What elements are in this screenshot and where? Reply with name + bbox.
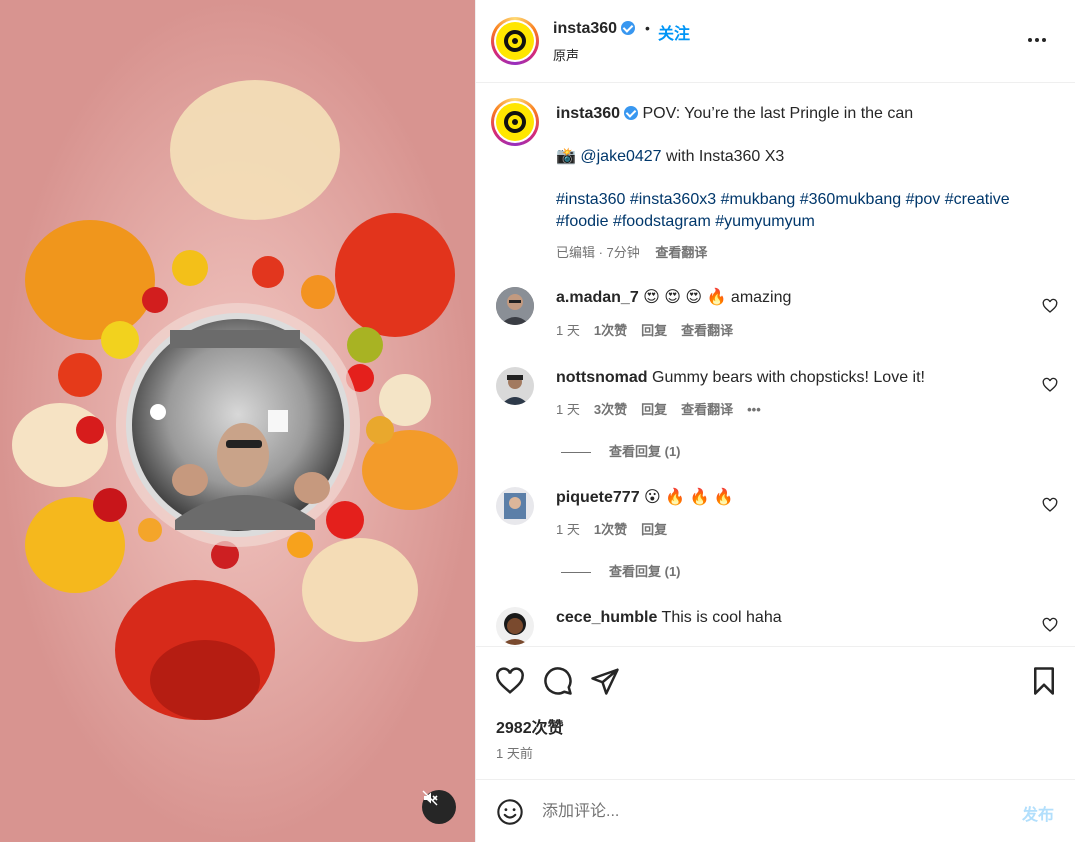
caption-credit-line: 📸 @jake0427 with Insta360 X3	[556, 146, 784, 168]
caption-author-avatar[interactable]	[491, 98, 539, 146]
comment-likes[interactable]: 3次赞	[594, 402, 627, 417]
comment-like-heart-icon[interactable]	[1042, 298, 1058, 314]
comment-meta: 1 天 3次赞 回复 查看翻译 •••	[556, 399, 775, 418]
mention-suffix: with Insta360 X3	[661, 148, 785, 165]
post-comment-button[interactable]: 发布	[1022, 801, 1054, 825]
bookmark-icon[interactable]	[1029, 666, 1059, 696]
camera-emoji: 📸	[556, 148, 576, 165]
instagram-post-modal: insta360 • 关注 原声 insta360 POV: You’re th…	[0, 0, 1075, 842]
header-separator: •	[645, 20, 650, 36]
comment-body: 😍 😍 😍 🔥 amazing	[643, 289, 792, 306]
comment-input[interactable]	[542, 799, 1002, 825]
hashtags-line-1[interactable]: #insta360 #insta360x3 #mukbang #360mukba…	[556, 189, 1056, 211]
comment-body: This is cool haha	[661, 609, 782, 626]
comment-translate-link[interactable]: 查看翻译	[681, 323, 733, 338]
comment-likes[interactable]: 1次赞	[594, 522, 627, 537]
video-frame-image	[0, 0, 475, 842]
comment-text: a.madan_7 😍 😍 😍 🔥 amazing	[556, 287, 791, 309]
commenter-username[interactable]: piquete777	[556, 489, 640, 506]
comment-likes[interactable]: 1次赞	[594, 323, 627, 338]
post-actions-bar: 2982次赞 1 天前	[476, 648, 1075, 780]
author-avatar[interactable]	[491, 17, 539, 65]
commenter-avatar[interactable]	[496, 487, 534, 525]
commenter-username[interactable]: cece_humble	[556, 609, 657, 626]
comment-text: piquete777 😮 🔥 🔥 🔥	[556, 487, 734, 509]
heart-icon[interactable]	[495, 666, 525, 696]
comment-like-heart-icon[interactable]	[1042, 497, 1058, 513]
comment-meta: 1 天 1次赞 回复 查看翻译	[556, 320, 747, 339]
comment-like-heart-icon[interactable]	[1042, 617, 1058, 633]
commenter-avatar[interactable]	[496, 367, 534, 405]
comment-icon[interactable]	[543, 666, 573, 696]
audio-label[interactable]: 原声	[553, 45, 579, 64]
post-details-panel: insta360 • 关注 原声 insta360 POV: You’re th…	[475, 0, 1075, 842]
caption-body: POV: You’re the last Pringle in the can	[642, 105, 914, 122]
comment-text: nottsnomad Gummy bears with chopsticks! …	[556, 367, 925, 389]
comment-composer: 发布	[476, 781, 1075, 842]
caption-translate-link[interactable]: 查看翻译	[655, 245, 707, 260]
reply-button[interactable]: 回复	[641, 323, 667, 338]
comment-time[interactable]: 1 天	[556, 522, 580, 537]
verified-badge-icon	[621, 21, 636, 35]
comment-body: 😮 🔥 🔥 🔥	[644, 489, 734, 506]
comment-body: Gummy bears with chopsticks! Love it!	[652, 369, 925, 386]
muted-speaker-icon	[422, 790, 438, 806]
comment-time[interactable]: 1 天	[556, 402, 580, 417]
posted-time[interactable]: 1 天前	[496, 743, 533, 762]
commenter-avatar[interactable]	[496, 287, 534, 325]
share-icon[interactable]	[590, 666, 620, 696]
author-username[interactable]: insta360	[553, 20, 636, 38]
comment-translate-link[interactable]: 查看翻译	[681, 402, 733, 417]
likes-count[interactable]: 2982次赞	[496, 714, 564, 738]
post-video[interactable]	[0, 0, 475, 842]
comment-time[interactable]: 1 天	[556, 323, 580, 338]
more-options-icon[interactable]	[1028, 30, 1054, 50]
comment-text: cece_humble This is cool haha	[556, 607, 782, 629]
commenter-username[interactable]: nottsnomad	[556, 369, 648, 386]
emoji-icon[interactable]	[496, 798, 524, 826]
verified-badge-icon	[624, 106, 639, 120]
comment-meta: 1 天 1次赞 回复	[556, 519, 681, 538]
view-replies-button[interactable]: 查看回复 (1)	[561, 441, 681, 460]
comments-list[interactable]: insta360 POV: You’re the last Pringle in…	[476, 84, 1075, 647]
caption-text-line: insta360 POV: You’re the last Pringle in…	[556, 103, 1056, 125]
mute-toggle-button[interactable]	[422, 790, 456, 824]
reply-button[interactable]: 回复	[641, 522, 667, 537]
hashtags-line-2[interactable]: #foodie #foodstagram #yumyumyum	[556, 211, 815, 233]
reply-button[interactable]: 回复	[641, 402, 667, 417]
comment-like-heart-icon[interactable]	[1042, 377, 1058, 393]
caption-meta: 已编辑 · 7分钟 查看翻译	[556, 242, 721, 261]
follow-button[interactable]: 关注	[658, 20, 690, 44]
mention-link[interactable]: @jake0427	[580, 148, 661, 165]
post-header: insta360 • 关注 原声	[476, 0, 1075, 83]
caption-username[interactable]: insta360	[556, 105, 620, 122]
commenter-username[interactable]: a.madan_7	[556, 289, 639, 306]
commenter-avatar[interactable]	[496, 607, 534, 645]
comment-more-options-icon[interactable]: •••	[747, 402, 761, 417]
edited-time: 已编辑 · 7分钟	[556, 245, 640, 260]
view-replies-button[interactable]: 查看回复 (1)	[561, 561, 681, 580]
